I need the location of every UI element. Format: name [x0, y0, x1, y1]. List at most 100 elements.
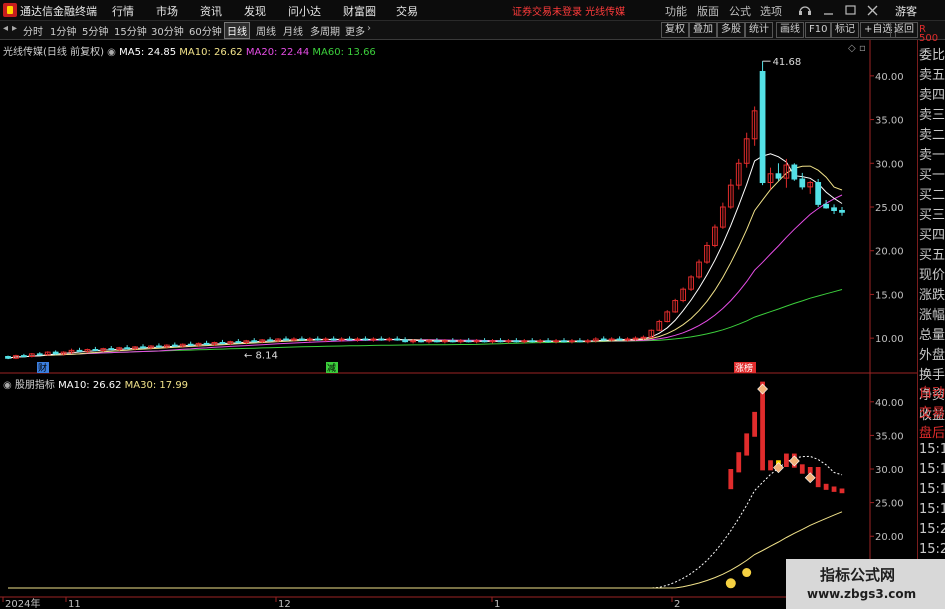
y-tick-label-main: 15.00 — [875, 290, 904, 301]
y-tick-label-sub: 20.00 — [875, 532, 904, 543]
menu-item-wenxiaoda[interactable]: 问小达 — [288, 3, 321, 19]
btn-biaoji[interactable]: 标记 — [831, 22, 859, 38]
side-lower-label: 15:12 — [919, 442, 945, 457]
date-label: 1 — [494, 599, 500, 609]
panel-expand-icon: ▫ — [859, 43, 866, 54]
candle-body — [362, 338, 369, 341]
side-quote-label: 涨幅 — [919, 308, 945, 323]
login-notice[interactable]: 证券交易未登录 光线传媒 — [512, 3, 625, 18]
candle-body — [402, 339, 409, 343]
btn-duogu[interactable]: 多股 — [717, 22, 745, 38]
chart-area[interactable]: 10.00 15.00 20.00 25.00 30.00 35.00 40.00 41.68… — [0, 40, 917, 609]
legend-toggle-icon[interactable]: ◉ — [107, 47, 116, 58]
menu-right-gongneng[interactable]: 功能 — [665, 3, 687, 19]
period-multi[interactable]: 多周期 — [308, 23, 342, 38]
y-tick-label-sub: 25.00 — [875, 499, 904, 510]
candle-body — [314, 338, 321, 341]
sub-bar — [799, 464, 805, 474]
candle-body — [386, 338, 393, 341]
menu-item-caifuquan[interactable]: 财富圈 — [343, 3, 376, 19]
candle-body — [529, 340, 536, 343]
menu-item-hangqing[interactable]: 行情 — [112, 3, 134, 19]
candle-body — [775, 173, 782, 179]
candle-body — [338, 338, 345, 341]
sub-legend-toggle-icon[interactable]: ◉ — [3, 380, 12, 391]
candle-body — [219, 342, 226, 345]
candle-body — [299, 338, 305, 341]
candle-body — [823, 203, 829, 209]
period-more[interactable]: 更多 — [343, 23, 367, 38]
sub-bar — [823, 483, 829, 490]
main-legend-name: 光线传媒(日线 前复权) — [3, 47, 104, 58]
menu-right-gongshi[interactable]: 公式 — [729, 3, 751, 19]
btn-huaxian[interactable]: 画线 — [776, 22, 804, 38]
candle-body — [545, 340, 551, 343]
side-quote-label: 委比 — [919, 48, 945, 63]
date-label: 12 — [278, 599, 291, 609]
period-weekly[interactable]: 周线 — [254, 23, 278, 38]
candle-body — [306, 338, 313, 341]
candle-body — [640, 336, 647, 339]
y-tick-label-sub: 30.00 — [875, 465, 904, 476]
sub-bar — [728, 469, 734, 490]
candle-body — [5, 356, 11, 359]
side-quote-label: 换手 — [919, 368, 945, 383]
side-quote-label: 买三 — [919, 208, 945, 223]
side-quote-label: 卖三 — [919, 108, 945, 123]
period-5min[interactable]: 5分钟 — [80, 23, 110, 38]
legend-ma20: MA20: 22.44 — [245, 47, 310, 58]
period-30min[interactable]: 30分钟 — [149, 23, 186, 38]
side-quote-label: 总量 — [919, 328, 945, 343]
marker-cai: 财 — [38, 362, 47, 374]
candle-body — [759, 70, 766, 184]
period-1min[interactable]: 1分钟 — [48, 23, 78, 38]
nav-right-icon[interactable]: ▸ — [12, 23, 17, 34]
date-label: 2 — [674, 599, 680, 609]
candle-body — [124, 347, 131, 350]
menu-right-xuanxiang[interactable]: 选项 — [760, 3, 782, 19]
watermark-badge: 指标公式网 www.zbgs3.com — [786, 559, 945, 609]
candle-body — [171, 344, 178, 347]
candle-body — [497, 340, 504, 343]
period-daily[interactable]: 日线 — [224, 22, 250, 39]
sub-bar — [736, 452, 742, 473]
side-lower-label: 15:14 — [919, 482, 945, 497]
guest-label[interactable]: 游客 — [895, 3, 917, 19]
close-icon[interactable] — [867, 5, 878, 16]
btn-back[interactable]: 返回 — [890, 22, 918, 38]
candle-body — [108, 348, 115, 351]
side-lower-label: 15:17 — [919, 502, 945, 517]
ma10-line — [7, 165, 843, 359]
candle-body — [21, 355, 27, 358]
candle-body — [418, 340, 424, 343]
btn-f10[interactable]: F10 — [805, 22, 832, 38]
headset-icon[interactable] — [799, 6, 811, 15]
app-logo-icon — [3, 3, 17, 17]
nav-left-icon[interactable]: ◂ — [3, 23, 8, 34]
menu-item-jiaoyi[interactable]: 交易 — [396, 3, 418, 19]
period-monthly[interactable]: 月线 — [281, 23, 305, 38]
period-60min[interactable]: 60分钟 — [187, 23, 224, 38]
btn-diejia[interactable]: 叠加 — [689, 22, 717, 38]
period-fenshi[interactable]: 分时 — [21, 23, 45, 38]
side-lower-label: 15:22 — [919, 542, 945, 557]
candle-body — [52, 351, 59, 355]
diamond-signal-icon — [788, 455, 800, 467]
more-chevron-icon[interactable]: › — [367, 23, 371, 34]
candle-body — [140, 346, 146, 349]
y-tick-label-main: 30.00 — [875, 159, 904, 170]
menu-item-zixun[interactable]: 资讯 — [200, 3, 222, 19]
menu-item-faxian[interactable]: 发现 — [244, 3, 266, 19]
candle-body — [577, 340, 583, 343]
menu-right-banmian[interactable]: 版面 — [697, 3, 719, 19]
candle-body — [36, 353, 43, 356]
maximize-icon[interactable] — [845, 5, 856, 15]
btn-fuquan[interactable]: 复权 — [661, 22, 689, 38]
period-15min[interactable]: 15分钟 — [112, 23, 149, 38]
btn-tongji[interactable]: 统计 — [745, 22, 773, 38]
menu-item-shichang[interactable]: 市场 — [156, 3, 178, 19]
candle-body — [267, 339, 273, 342]
candle-body — [839, 209, 845, 213]
marker-jian: 减 — [327, 362, 336, 374]
candle-body — [354, 338, 361, 341]
